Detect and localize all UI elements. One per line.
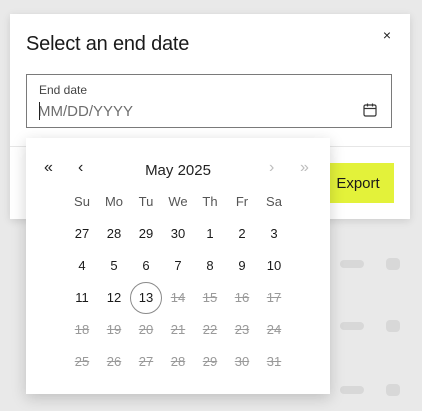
calendar-day: 24 xyxy=(266,322,282,337)
weekday-header: Tu xyxy=(138,194,154,209)
calendar-day[interactable]: 10 xyxy=(258,250,290,282)
calendar-day[interactable]: 12 xyxy=(98,282,130,314)
calendar-day[interactable]: 27 xyxy=(66,218,98,250)
date-picker-popup: « ‹ May 2025 › » Su Mo Tu We Th Fr Sa 27 28 29 30 1… xyxy=(26,138,330,394)
weekday-header: Sa xyxy=(266,194,282,209)
weekday-header: Su xyxy=(74,194,90,209)
calendar-day: 23 xyxy=(234,322,250,337)
weekday-header: Th xyxy=(202,194,218,209)
calendar-day: 14 xyxy=(170,290,186,305)
calendar-day: 30 xyxy=(234,354,250,369)
calendar-day[interactable]: 28 xyxy=(98,218,130,250)
next-year-icon: » xyxy=(300,159,309,176)
calendar-day: 29 xyxy=(202,354,218,369)
end-date-input[interactable] xyxy=(38,101,348,121)
weekday-header: Mo xyxy=(104,194,124,209)
calendar-day[interactable]: 9 xyxy=(226,250,258,282)
dialog-title: Select an end date xyxy=(26,33,190,55)
calendar-day[interactable]: 5 xyxy=(98,250,130,282)
calendar-day: 27 xyxy=(138,354,154,369)
export-button[interactable]: Export xyxy=(322,163,394,203)
text-caret xyxy=(39,102,40,120)
calendar-day: 20 xyxy=(138,322,154,337)
calendar-day[interactable]: 1 xyxy=(194,218,226,250)
next-month-icon: › xyxy=(269,159,275,176)
calendar-day[interactable]: 2 xyxy=(226,218,258,250)
calendar-day: 16 xyxy=(234,290,250,305)
month-year-label: May 2025 xyxy=(145,162,211,179)
end-date-label: End date xyxy=(39,83,88,97)
close-icon[interactable]: × xyxy=(378,26,396,44)
calendar-day: 18 xyxy=(74,322,90,337)
calendar-day[interactable]: 3 xyxy=(258,218,290,250)
calendar-day: 22 xyxy=(202,322,218,337)
calendar-day: 21 xyxy=(170,322,186,337)
calendar-day: 26 xyxy=(106,354,122,369)
calendar-day[interactable]: 7 xyxy=(162,250,194,282)
weekday-header: We xyxy=(168,194,188,209)
calendar-day: 28 xyxy=(170,354,186,369)
weekday-header: Fr xyxy=(235,194,249,209)
calendar-day[interactable]: 4 xyxy=(66,250,98,282)
calendar-day: 15 xyxy=(202,290,218,305)
end-date-field[interactable]: End date xyxy=(26,74,392,128)
calendar-day: 31 xyxy=(266,354,282,369)
calendar-day[interactable]: 30 xyxy=(162,218,194,250)
calendar-day: 19 xyxy=(106,322,122,337)
calendar-day[interactable]: 8 xyxy=(194,250,226,282)
calendar-day-today[interactable]: 13 xyxy=(130,282,162,314)
calendar-day[interactable]: 11 xyxy=(66,282,98,314)
calendar-day[interactable]: 29 xyxy=(130,218,162,250)
calendar-day: 25 xyxy=(74,354,90,369)
calendar-day[interactable]: 6 xyxy=(130,250,162,282)
calendar-day: 17 xyxy=(266,290,282,305)
calendar-icon[interactable] xyxy=(362,102,378,118)
